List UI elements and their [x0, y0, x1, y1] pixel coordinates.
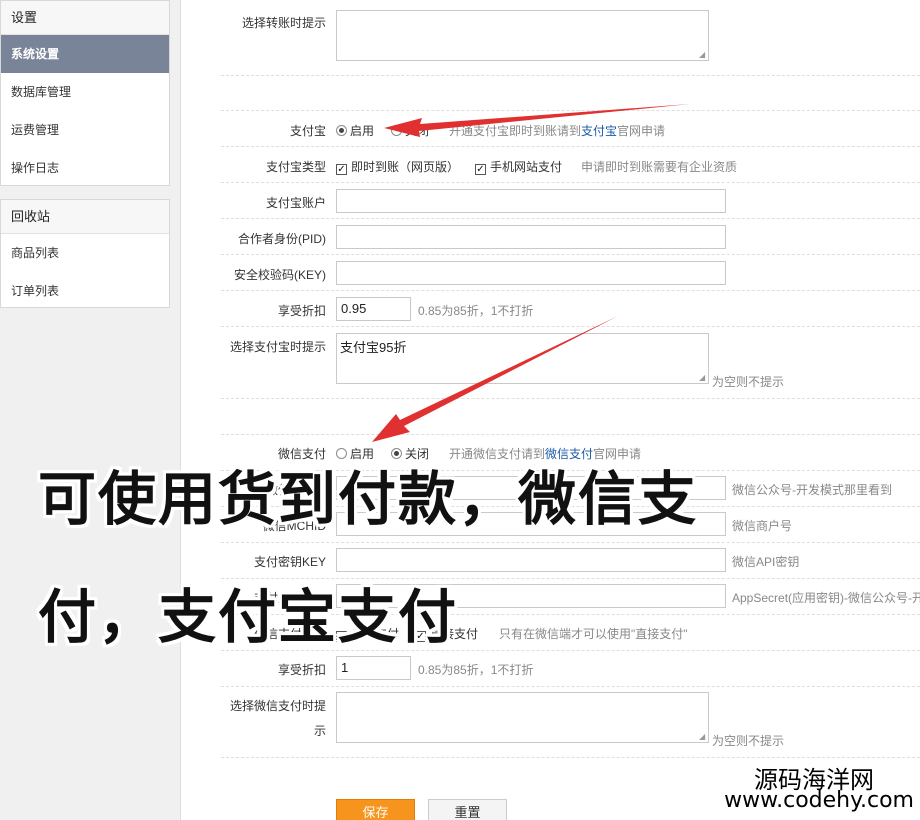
wechat-tip-label: 选择微信支付时提	[229, 699, 326, 713]
wechat-tip-hint: 为空则不提示	[712, 734, 785, 748]
alipay-disable-radio[interactable]: 关闭	[391, 122, 429, 139]
mchid-hint: 微信商户号	[732, 519, 793, 533]
pid-label: 合作者身份(PID)	[238, 232, 326, 246]
sidebar-item-logs[interactable]: 操作日志	[1, 149, 169, 187]
paykey-input[interactable]	[336, 548, 726, 572]
radio-checked-icon	[336, 125, 347, 136]
transfer-tip-label: 选择转账时提示	[241, 16, 326, 30]
paykey-hint: 微信API密钥	[732, 555, 800, 569]
save-button[interactable]: 保存	[336, 799, 415, 820]
divider	[221, 290, 920, 291]
alipay-tip-hint: 为空则不提示	[712, 375, 785, 389]
sidebar-item-shipping[interactable]: 运费管理	[1, 111, 169, 149]
appsecret-hint: AppSecret(应用密钥)-微信公众号-开	[732, 591, 920, 605]
alipay-type-label: 支付宝类型	[265, 160, 326, 174]
divider	[221, 542, 920, 543]
divider	[221, 110, 920, 111]
divider	[221, 326, 920, 327]
alipay-account-label: 支付宝账户	[265, 196, 326, 210]
key-input[interactable]	[336, 261, 726, 285]
checkbox-checked-icon: ✓	[336, 164, 347, 175]
checkbox-checked-icon: ✓	[475, 164, 486, 175]
wechat-tip-label-cont: 示	[313, 724, 326, 738]
settings-group-title: 设置	[1, 1, 169, 35]
sidebar-item-system-settings[interactable]: 系统设置	[1, 35, 169, 73]
alipay-label: 支付宝	[289, 124, 326, 138]
divider	[221, 686, 920, 687]
alipay-discount-hint: 0.85为85折，1不打折	[418, 304, 534, 318]
overlay-caption-line1: 可使用货到付款，微信支	[38, 465, 699, 533]
alipay-discount-label: 享受折扣	[277, 304, 326, 318]
divider	[221, 146, 920, 147]
alipay-tip-textarea[interactable]: 支付宝95折 ◢	[336, 333, 709, 384]
overlay-caption-line2: 付，支付宝支付	[38, 583, 459, 651]
alipay-hint: 开通支付宝即时到账请到支付宝官网申请	[449, 124, 666, 138]
recycle-group-title: 回收站	[1, 200, 169, 234]
appid-hint: 微信公众号-开发模式那里看到	[732, 483, 892, 497]
settings-form: 选择转账时提示 ◢ 支付宝 启用 关闭 开通支付宝即时到账请到支付宝官网申请 支…	[181, 0, 920, 820]
alipay-enable-radio[interactable]: 启用	[336, 122, 374, 139]
pid-input[interactable]	[336, 225, 726, 249]
reset-button[interactable]: 重置	[428, 799, 507, 820]
wechat-discount-label: 享受折扣	[277, 663, 326, 677]
divider	[221, 434, 920, 435]
wechat-tip-textarea[interactable]: ◢	[336, 692, 709, 743]
divider	[221, 757, 920, 758]
resize-handle-icon: ◢	[699, 373, 706, 382]
alipay-type-instant-checkbox[interactable]: ✓ 即时到账（网页版）	[336, 158, 459, 175]
settings-group: 设置 系统设置 数据库管理 运费管理 操作日志	[0, 0, 170, 186]
sidebar-item-database[interactable]: 数据库管理	[1, 73, 169, 111]
watermark-line2: www.codehy.com	[724, 788, 914, 813]
divider	[221, 75, 920, 76]
paykey-label: 支付密钥KEY	[253, 555, 326, 569]
sidebar-item-product-list[interactable]: 商品列表	[1, 234, 169, 272]
wechat-type-hint: 只有在微信端才可以使用"直接支付"	[499, 627, 688, 641]
alipay-type-mobile-checkbox[interactable]: ✓ 手机网站支付	[475, 158, 562, 175]
key-label: 安全校验码(KEY)	[233, 268, 326, 282]
sidebar-item-order-list[interactable]: 订单列表	[1, 272, 169, 310]
transfer-tip-textarea[interactable]: ◢	[336, 10, 709, 61]
wechat-discount-input[interactable]: 1	[336, 656, 411, 680]
sidebar: 设置 系统设置 数据库管理 运费管理 操作日志 回收站 商品列表 订单列表	[0, 0, 181, 820]
alipay-account-input[interactable]	[336, 189, 726, 213]
alipay-tip-label: 选择支付宝时提示	[229, 340, 326, 354]
divider	[221, 182, 920, 183]
radio-unchecked-icon	[391, 125, 402, 136]
resize-handle-icon: ◢	[699, 50, 706, 59]
alipay-type-hint: 申请即时到账需要有企业资质	[581, 160, 738, 174]
resize-handle-icon: ◢	[699, 732, 706, 741]
divider	[221, 254, 920, 255]
wechat-discount-hint: 0.85为85折，1不打折	[418, 663, 534, 677]
recycle-group: 回收站 商品列表 订单列表	[0, 199, 170, 308]
divider	[221, 218, 920, 219]
alipay-link[interactable]: 支付宝	[581, 124, 617, 138]
alipay-discount-input[interactable]: 0.95	[336, 297, 411, 321]
divider	[221, 398, 920, 399]
